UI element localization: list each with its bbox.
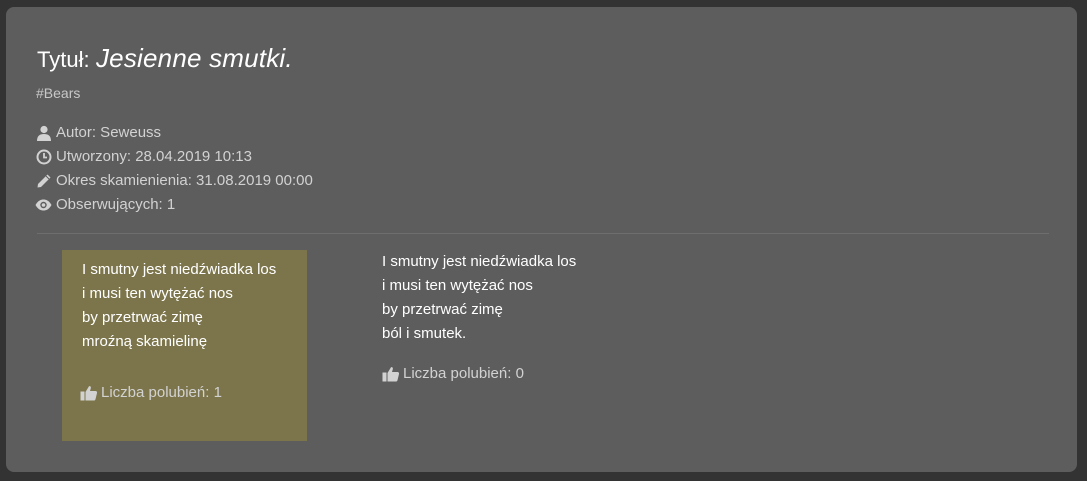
- eye-icon: [35, 197, 52, 214]
- post-card: Tytuł: Jesienne smutki. #Bears Autor: Se…: [6, 7, 1077, 472]
- poem-line: ból i smutek.: [382, 325, 467, 342]
- likes-count-text: Liczba polubień: 1: [101, 384, 222, 401]
- likes-count-text: Liczba polubień: 0: [403, 365, 524, 382]
- clock-icon: [35, 149, 52, 166]
- entry-poem: I smutny jest niedźwiadka los i musi ten…: [382, 250, 576, 346]
- user-icon: [35, 125, 52, 142]
- poem-line: i musi ten wytężać nos: [382, 277, 533, 294]
- entry-highlighted: I smutny jest niedźwiadka los i musi ten…: [62, 250, 307, 441]
- author-text: Autor: Seweuss: [56, 124, 162, 141]
- poem-line: I smutny jest niedźwiadka los: [382, 253, 577, 270]
- meta-fossilization: Okres skamienienia: 31.08.2019 00:00: [35, 169, 313, 193]
- meta-author: Autor: Seweuss: [35, 121, 313, 145]
- poem-line: by przetrwać zimę: [382, 301, 503, 318]
- poem-line: mroźną skamielinę: [82, 333, 208, 350]
- poem-line: i musi ten wytężać nos: [82, 285, 233, 302]
- entry-poem: I smutny jest niedźwiadka los i musi ten…: [82, 258, 276, 354]
- poem-line: I smutny jest niedźwiadka los: [82, 261, 277, 278]
- poem-line: by przetrwać zimę: [82, 309, 203, 326]
- entry-likes: Liczba polubień: 1: [80, 383, 222, 403]
- thumbs-up-icon[interactable]: [80, 385, 99, 402]
- thumbs-up-icon[interactable]: [382, 366, 401, 383]
- pencil-icon: [35, 173, 52, 190]
- title-name: Jesienne smutki.: [95, 43, 293, 73]
- post-meta: Autor: Seweuss Utworzony: 28.04.2019 10:…: [35, 121, 313, 217]
- post-tag[interactable]: #Bears: [36, 84, 80, 102]
- watchers-text: Obserwujących: 1: [56, 196, 176, 213]
- entry-likes: Liczba polubień: 0: [382, 364, 524, 384]
- divider: [37, 233, 1049, 234]
- meta-watchers: Obserwujących: 1: [35, 193, 313, 217]
- entry: I smutny jest niedźwiadka los i musi ten…: [368, 250, 688, 441]
- created-text: Utworzony: 28.04.2019 10:13: [56, 148, 252, 165]
- meta-created: Utworzony: 28.04.2019 10:13: [35, 145, 313, 169]
- post-title: Tytuł: Jesienne smutki.: [37, 43, 293, 75]
- fossilization-text: Okres skamienienia: 31.08.2019 00:00: [56, 172, 313, 189]
- title-prefix: Tytuł:: [37, 47, 90, 72]
